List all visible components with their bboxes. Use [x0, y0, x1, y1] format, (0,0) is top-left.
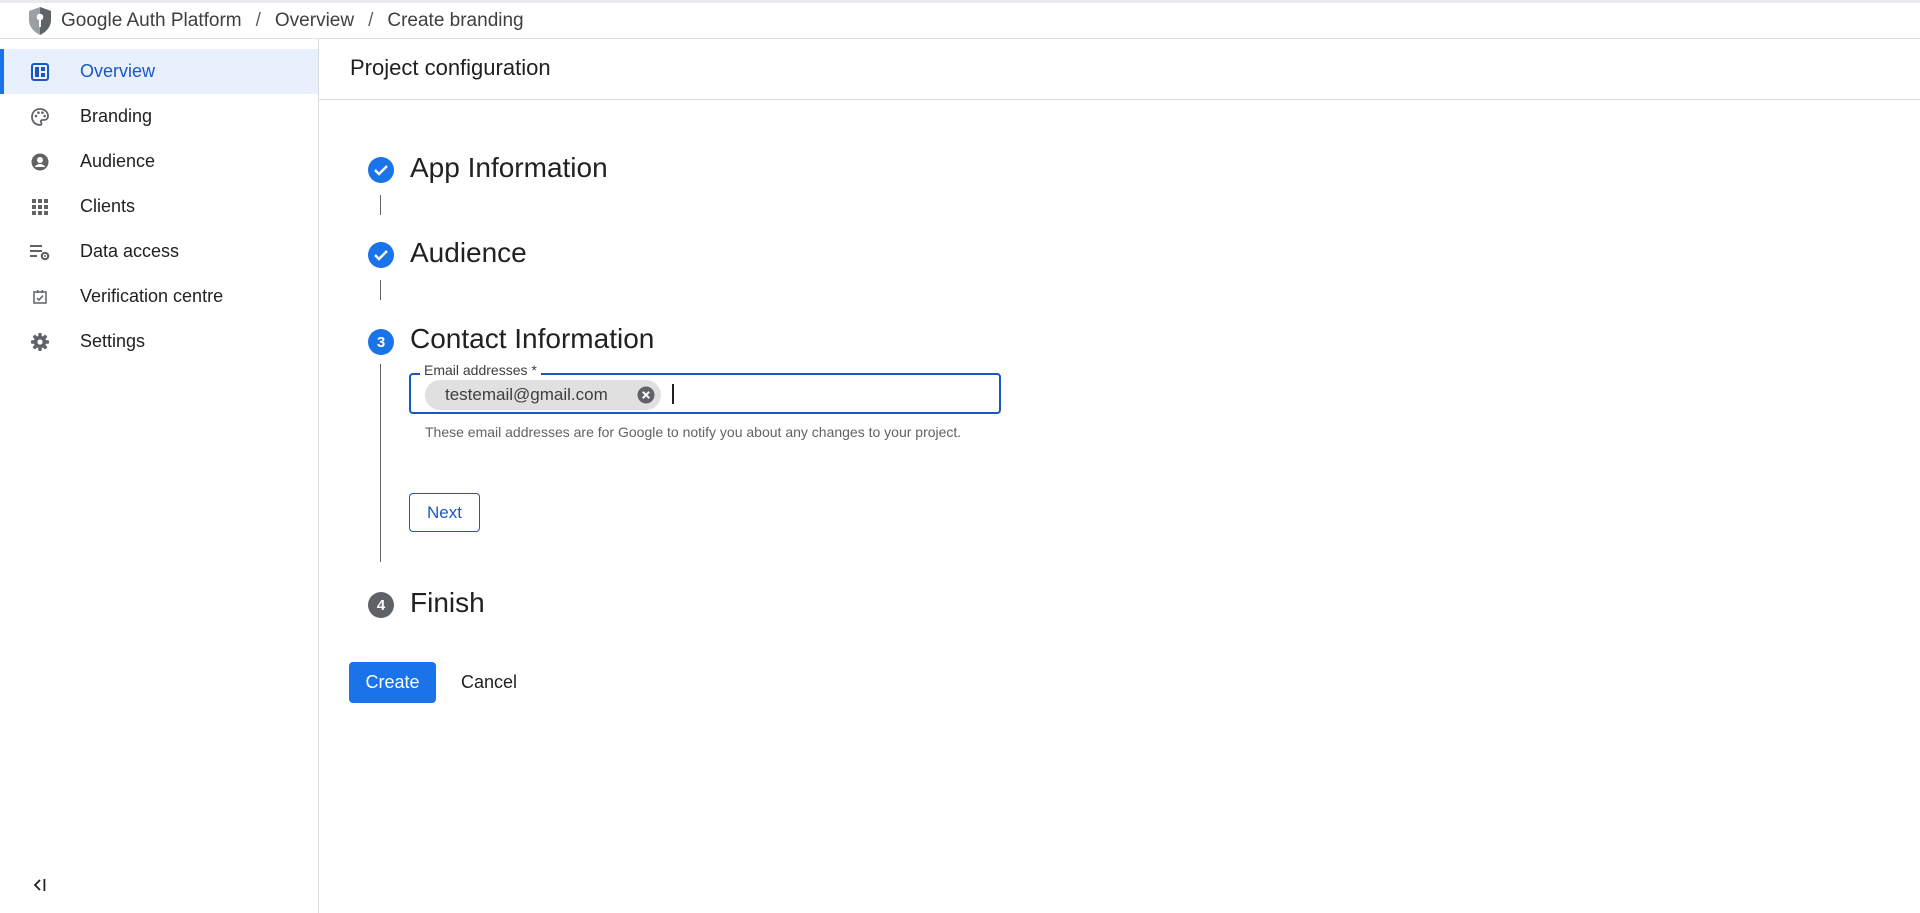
step-connector	[380, 280, 381, 300]
text-cursor	[672, 384, 674, 404]
page-header: Project configuration	[319, 39, 1920, 100]
verified-checkbox-icon	[29, 286, 51, 308]
sidebar-item-branding[interactable]: Branding	[0, 94, 318, 139]
sidebar-item-label: Overview	[80, 61, 156, 81]
sidebar-item-clients[interactable]: Clients	[0, 184, 318, 229]
step-title-finish: Finish	[410, 587, 485, 618]
palette-icon	[29, 106, 51, 128]
email-addresses-label: Email addresses *	[420, 362, 541, 378]
step-number-badge: 4	[368, 592, 394, 618]
top-bar: Google Auth Platform / Overview / Create…	[0, 3, 1920, 39]
sidebar-item-label: Settings	[80, 331, 146, 351]
step-title-app-information[interactable]: App Information	[410, 152, 608, 184]
sidebar-item-verification-centre[interactable]: Verification centre	[0, 274, 318, 319]
breadcrumb-separator: /	[368, 9, 374, 31]
collapse-left-icon	[33, 879, 46, 891]
create-button[interactable]: Create	[349, 662, 436, 703]
chip-remove-icon[interactable]	[637, 386, 655, 404]
step-complete-check-icon	[368, 242, 394, 268]
sidebar-item-settings[interactable]: Settings	[0, 319, 318, 364]
step-title-contact-information: Contact Information	[410, 323, 655, 354]
sidebar-item-label: Branding	[80, 106, 153, 126]
cancel-button[interactable]: Cancel	[452, 662, 526, 703]
sidebar-item-audience[interactable]: Audience	[0, 139, 318, 184]
sidebar: Overview Branding Audience Clients Data …	[0, 39, 319, 913]
sidebar-item-label: Data access	[80, 241, 180, 261]
step-complete-check-icon	[368, 157, 394, 183]
step-title-audience[interactable]: Audience	[410, 237, 527, 269]
gear-icon	[29, 331, 51, 353]
sidebar-item-label: Verification centre	[80, 286, 224, 306]
auth-shield-logo-icon	[29, 6, 51, 35]
email-chip: testemail@gmail.com	[425, 380, 661, 410]
breadcrumb-separator: /	[255, 9, 261, 31]
breadcrumb-current: Create branding	[387, 9, 524, 31]
step-connector	[380, 195, 381, 215]
sidebar-item-overview[interactable]: Overview	[0, 49, 318, 94]
sidebar-item-label: Audience	[80, 151, 156, 171]
step-connector	[380, 364, 381, 562]
dashboard-icon	[29, 61, 51, 83]
email-chip-text: testemail@gmail.com	[445, 385, 608, 404]
apps-grid-icon	[29, 196, 51, 218]
account-circle-icon	[29, 151, 51, 173]
sidebar-item-label: Clients	[80, 196, 136, 216]
sidebar-item-data-access[interactable]: Data access	[0, 229, 318, 274]
breadcrumb-overview[interactable]: Overview	[275, 10, 354, 32]
data-settings-icon	[29, 241, 51, 263]
email-helper-text: These email addresses are for Google to …	[425, 424, 962, 440]
page-title: Project configuration	[350, 55, 551, 80]
collapse-sidebar-button[interactable]	[28, 873, 52, 897]
step-number-badge: 3	[368, 329, 394, 355]
next-button[interactable]: Next	[409, 493, 480, 532]
breadcrumb-root[interactable]: Google Auth Platform	[61, 10, 242, 32]
